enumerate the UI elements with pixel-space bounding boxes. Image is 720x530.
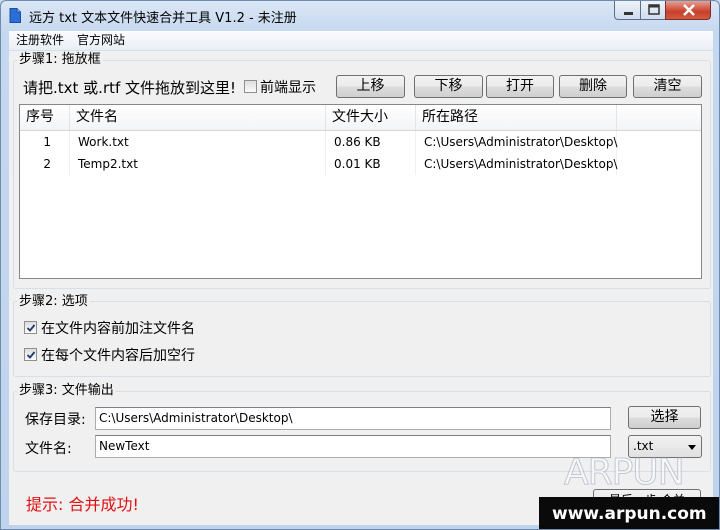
move-down-button[interactable]: 下移 [414,75,483,98]
cell-filename: Work.txt [70,131,326,153]
client-area: 注册软件 官方网站 步骤1: 拖放框 请把.txt 或.rtf 文件拖放到这里!… [9,31,713,525]
app-window: 远方 txt 文本文件快速合并工具 V1.2 - 未注册 注册软件 官方网站 步… [0,0,720,530]
status-message: 提示: 合并成功! [26,495,139,514]
window-title: 远方 txt 文本文件快速合并工具 V1.2 - 未注册 [29,11,297,26]
watermark-url: www.arpun.com [552,504,707,524]
cell-path: C:\Users\Administrator\Desktop\ [416,153,618,175]
file-list[interactable]: 序号 文件名 文件大小 所在路径 1 Work.txt 0.86 KB C:\U… [19,104,702,279]
cell-index: 1 [20,131,70,153]
clear-button[interactable]: 清空 [633,75,702,98]
prefix-filename-checkbox[interactable] [24,321,37,334]
drop-hint: 请把.txt 或.rtf 文件拖放到这里! [23,79,237,97]
prefix-filename-label: 在文件内容前加注文件名 [41,321,195,337]
title-bar[interactable]: 远方 txt 文本文件快速合并工具 V1.2 - 未注册 [1,1,719,31]
move-up-button[interactable]: 上移 [336,75,405,98]
save-dir-label: 保存目录: [25,412,86,428]
delete-button[interactable]: 删除 [559,75,627,98]
menu-website[interactable]: 官方网站 [74,32,128,49]
column-filename[interactable]: 文件名 [70,105,326,130]
choose-dir-button[interactable]: 选择 [628,406,701,429]
table-row[interactable]: 2 Temp2.txt 0.01 KB C:\Users\Administrat… [20,153,701,175]
watermark-logo: ARPUN [564,452,686,494]
step2-group [13,301,711,377]
open-button[interactable]: 打开 [486,75,554,98]
document-icon [9,8,21,23]
front-display-checkbox[interactable] [244,80,257,93]
close-icon [683,4,695,16]
cell-index: 2 [20,153,70,175]
step2-legend: 步骤2: 选项 [17,294,90,310]
filename-input[interactable]: NewText [95,435,611,458]
step3-legend: 步骤3: 文件输出 [17,383,116,399]
front-display-label: 前端显示 [260,80,316,96]
column-index[interactable]: 序号 [20,105,70,130]
menu-register[interactable]: 注册软件 [13,32,67,49]
close-button[interactable] [665,1,711,20]
save-dir-input[interactable]: C:\Users\Administrator\Desktop\ [95,407,611,430]
maximize-icon [648,4,660,15]
cell-path: C:\Users\Administrator\Desktop\ [416,131,618,153]
minimize-button[interactable] [614,1,641,20]
blank-line-checkbox[interactable] [24,348,37,361]
cell-filename: Temp2.txt [70,153,326,175]
column-path[interactable]: 所在路径 [416,105,617,130]
file-list-header: 序号 文件名 文件大小 所在路径 [20,105,701,131]
table-row[interactable]: 1 Work.txt 0.86 KB C:\Users\Administrato… [20,131,701,153]
minimize-icon [624,12,633,15]
cell-filesize: 0.01 KB [326,153,416,175]
step1-legend: 步骤1: 拖放框 [17,52,103,68]
blank-line-label: 在每个文件内容后加空行 [41,348,195,364]
extension-value: .txt [633,439,654,453]
cell-filesize: 0.86 KB [326,131,416,153]
menu-bar: 注册软件 官方网站 [9,31,713,51]
maximize-button[interactable] [640,1,666,20]
check-icon [26,351,36,359]
filename-label: 文件名: [25,441,72,457]
column-filesize[interactable]: 文件大小 [326,105,416,130]
check-icon [26,324,36,332]
chevron-down-icon [688,445,696,450]
